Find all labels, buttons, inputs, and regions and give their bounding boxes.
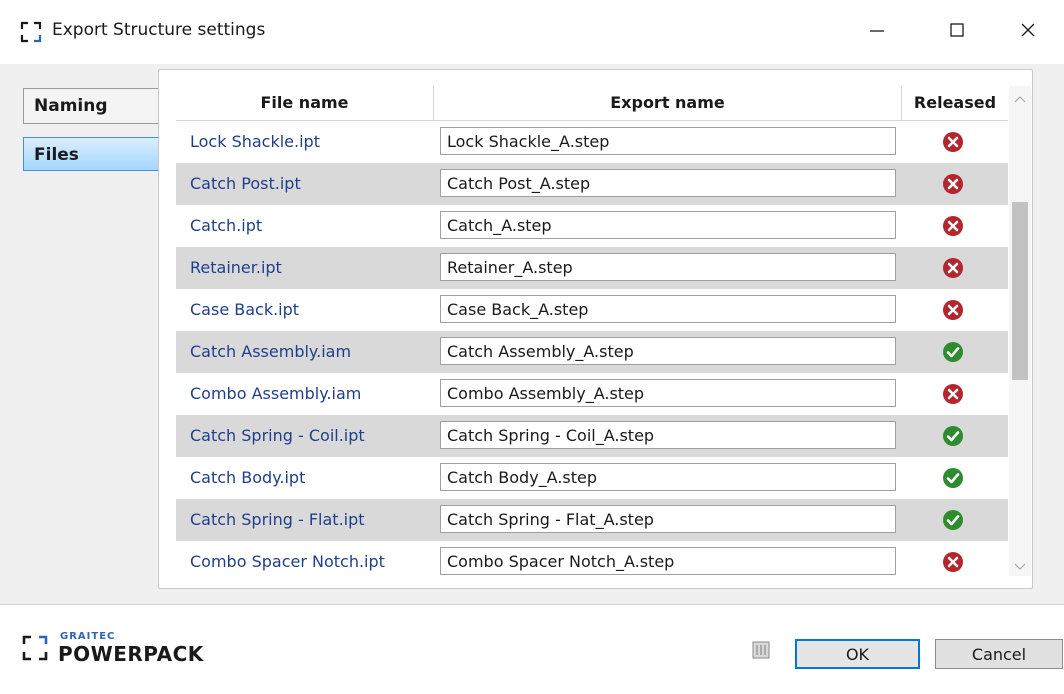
file-name-cell: Catch Post.ipt bbox=[190, 174, 301, 193]
table-row[interactable]: Lock Shackle.ipt bbox=[176, 121, 1008, 163]
maximize-button[interactable] bbox=[932, 12, 982, 52]
export-name-input[interactable] bbox=[440, 337, 896, 365]
table-row[interactable]: Catch.ipt bbox=[176, 205, 1008, 247]
not-released-x-icon bbox=[942, 383, 964, 405]
file-name-cell: Combo Assembly.iam bbox=[190, 384, 362, 403]
file-name-cell: Lock Shackle.ipt bbox=[190, 132, 320, 151]
ok-button[interactable]: OK bbox=[795, 639, 920, 669]
file-name-cell: Catch Spring - Flat.ipt bbox=[190, 510, 365, 529]
export-name-input[interactable] bbox=[440, 211, 896, 239]
file-name-cell: Catch Spring - Coil.ipt bbox=[190, 426, 365, 445]
file-name-cell: Catch Body.ipt bbox=[190, 468, 306, 487]
export-name-input[interactable] bbox=[440, 421, 896, 449]
close-icon bbox=[1020, 22, 1036, 42]
vertical-scrollbar[interactable] bbox=[1009, 86, 1031, 576]
logo-product-text: POWERPACK bbox=[58, 642, 204, 666]
tab-label: Files bbox=[34, 145, 79, 165]
export-name-input[interactable] bbox=[440, 295, 896, 323]
table-row[interactable]: Retainer.ipt bbox=[176, 247, 1008, 289]
released-check-icon bbox=[942, 467, 964, 489]
export-name-input[interactable] bbox=[440, 253, 896, 281]
table-row[interactable]: Combo Spacer Notch.ipt bbox=[176, 541, 1008, 576]
released-check-icon bbox=[942, 509, 964, 531]
graitec-logo-icon bbox=[22, 635, 48, 661]
column-header-export-name[interactable]: Export name bbox=[434, 86, 902, 120]
minimize-button[interactable] bbox=[852, 12, 902, 52]
table-row[interactable]: Catch Spring - Coil.ipt bbox=[176, 415, 1008, 457]
title-bar: Export Structure settings bbox=[0, 0, 1064, 64]
scroll-down-button[interactable] bbox=[1009, 554, 1031, 576]
chevron-down-icon bbox=[1014, 556, 1026, 575]
close-button[interactable] bbox=[1003, 12, 1053, 52]
file-name-cell: Case Back.ipt bbox=[190, 300, 300, 319]
export-name-input[interactable] bbox=[440, 505, 896, 533]
export-name-input[interactable] bbox=[440, 169, 896, 197]
logo-brand-text: GRAITEC bbox=[60, 631, 116, 642]
powerpack-logo: GRAITEC POWERPACK bbox=[22, 627, 242, 671]
column-header-file-name[interactable]: File name bbox=[176, 86, 434, 120]
table-row[interactable]: Catch Post.ipt bbox=[176, 163, 1008, 205]
table-row[interactable]: Case Back.ipt bbox=[176, 289, 1008, 331]
released-check-icon bbox=[942, 341, 964, 363]
files-grid: File name Export name Released Lock Shac… bbox=[176, 86, 1008, 576]
table-row[interactable]: Combo Assembly.iam bbox=[176, 373, 1008, 415]
not-released-x-icon bbox=[942, 215, 964, 237]
dialog-footer: GRAITEC POWERPACK OK Cancel bbox=[0, 604, 1064, 694]
tab-label: Naming bbox=[34, 96, 108, 116]
file-name-cell: Catch.ipt bbox=[190, 216, 263, 235]
bracket-frame-icon bbox=[20, 21, 42, 43]
help-button[interactable] bbox=[748, 639, 774, 665]
not-released-x-icon bbox=[942, 173, 964, 195]
not-released-x-icon bbox=[942, 299, 964, 321]
released-check-icon bbox=[942, 425, 964, 447]
export-name-input[interactable] bbox=[440, 463, 896, 491]
dialog-body: Naming Files File name Export name Relea… bbox=[0, 64, 1064, 604]
maximize-icon bbox=[949, 22, 965, 42]
chevron-up-icon bbox=[1014, 88, 1026, 107]
export-name-input[interactable] bbox=[440, 547, 896, 575]
column-header-released[interactable]: Released bbox=[902, 86, 1008, 120]
file-name-cell: Combo Spacer Notch.ipt bbox=[190, 552, 385, 571]
not-released-x-icon bbox=[942, 131, 964, 153]
table-row[interactable]: Catch Body.ipt bbox=[176, 457, 1008, 499]
export-name-input[interactable] bbox=[440, 379, 896, 407]
file-name-cell: Retainer.ipt bbox=[190, 258, 282, 277]
grid-header: File name Export name Released bbox=[176, 86, 1008, 121]
scroll-up-button[interactable] bbox=[1009, 86, 1031, 108]
export-name-input[interactable] bbox=[440, 127, 896, 155]
not-released-x-icon bbox=[942, 551, 964, 573]
file-name-cell: Catch Assembly.iam bbox=[190, 342, 352, 361]
cancel-button[interactable]: Cancel bbox=[935, 639, 1063, 669]
minimize-icon bbox=[869, 22, 885, 42]
table-row[interactable]: Catch Assembly.iam bbox=[176, 331, 1008, 373]
window-title: Export Structure settings bbox=[52, 20, 266, 40]
tab-naming[interactable]: Naming bbox=[23, 88, 159, 124]
help-book-icon bbox=[750, 639, 772, 665]
tab-files[interactable]: Files bbox=[23, 137, 159, 171]
table-row[interactable]: Catch Spring - Flat.ipt bbox=[176, 499, 1008, 541]
scrollbar-thumb[interactable] bbox=[1012, 202, 1028, 380]
not-released-x-icon bbox=[942, 257, 964, 279]
